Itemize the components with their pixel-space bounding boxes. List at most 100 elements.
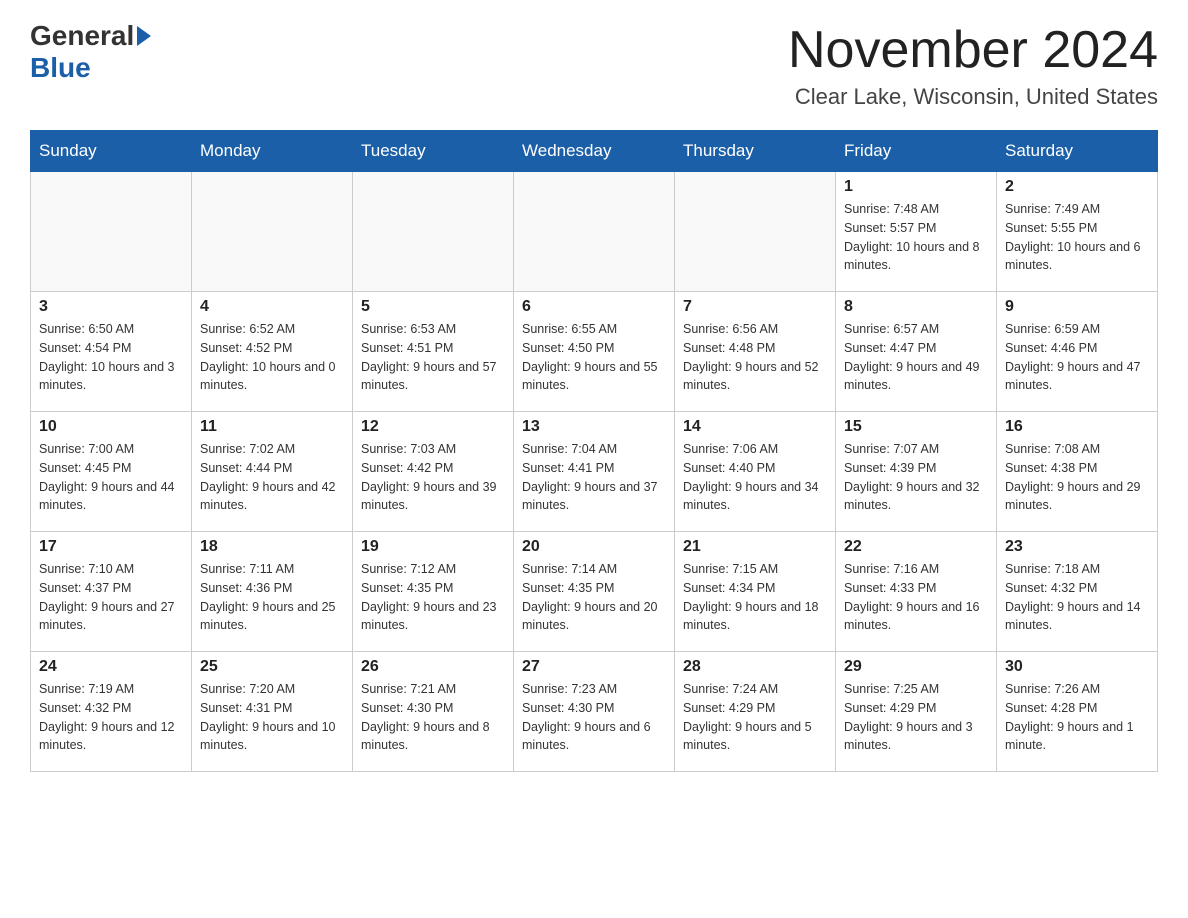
day-info: Sunrise: 7:25 AMSunset: 4:29 PMDaylight:…	[844, 680, 988, 755]
day-info: Sunrise: 6:53 AMSunset: 4:51 PMDaylight:…	[361, 320, 505, 395]
day-info: Sunrise: 6:59 AMSunset: 4:46 PMDaylight:…	[1005, 320, 1149, 395]
day-info: Sunrise: 7:10 AMSunset: 4:37 PMDaylight:…	[39, 560, 183, 635]
calendar-day-cell: 2 Sunrise: 7:49 AMSunset: 5:55 PMDaylight…	[997, 172, 1158, 292]
calendar-day-cell	[192, 172, 353, 292]
calendar-week-row: 3 Sunrise: 6:50 AMSunset: 4:54 PMDaylight…	[31, 292, 1158, 412]
day-number: 15	[844, 418, 988, 436]
day-info: Sunrise: 7:26 AMSunset: 4:28 PMDaylight:…	[1005, 680, 1149, 755]
calendar-day-cell: 7 Sunrise: 6:56 AMSunset: 4:48 PMDaylight…	[675, 292, 836, 412]
day-number: 11	[200, 418, 344, 436]
weekday-header-friday: Friday	[836, 131, 997, 172]
calendar-day-cell: 10 Sunrise: 7:00 AMSunset: 4:45 PMDayligh…	[31, 412, 192, 532]
calendar-day-cell: 29Sunrise: 7:25 AMSunset: 4:29 PMDayligh…	[836, 652, 997, 772]
day-number: 13	[522, 418, 666, 436]
calendar-week-row: 1 Sunrise: 7:48 AMSunset: 5:57 PMDaylight…	[31, 172, 1158, 292]
calendar-day-cell: 14 Sunrise: 7:06 AMSunset: 4:40 PMDayligh…	[675, 412, 836, 532]
day-number: 6	[522, 298, 666, 316]
calendar-title: November 2024	[788, 20, 1158, 80]
calendar-day-cell: 22 Sunrise: 7:16 AMSunset: 4:33 PMDayligh…	[836, 532, 997, 652]
day-info: Sunrise: 7:14 AMSunset: 4:35 PMDaylight:…	[522, 560, 666, 635]
calendar-day-cell: 21 Sunrise: 7:15 AMSunset: 4:34 PMDayligh…	[675, 532, 836, 652]
calendar-week-row: 17Sunrise: 7:10 AMSunset: 4:37 PMDayligh…	[31, 532, 1158, 652]
day-info: Sunrise: 7:48 AMSunset: 5:57 PMDaylight:…	[844, 200, 988, 275]
day-number: 10	[39, 418, 183, 436]
day-info: Sunrise: 7:12 AMSunset: 4:35 PMDaylight:…	[361, 560, 505, 635]
calendar-day-cell: 20 Sunrise: 7:14 AMSunset: 4:35 PMDayligh…	[514, 532, 675, 652]
calendar-day-cell: 27 Sunrise: 7:23 AMSunset: 4:30 PMDayligh…	[514, 652, 675, 772]
weekday-header-saturday: Saturday	[997, 131, 1158, 172]
calendar-day-cell: 13 Sunrise: 7:04 AMSunset: 4:41 PMDayligh…	[514, 412, 675, 532]
calendar-day-cell	[514, 172, 675, 292]
day-info: Sunrise: 7:21 AMSunset: 4:30 PMDaylight:…	[361, 680, 505, 755]
day-info: Sunrise: 7:07 AMSunset: 4:39 PMDaylight:…	[844, 440, 988, 515]
calendar-day-cell	[675, 172, 836, 292]
day-number: 18	[200, 538, 344, 556]
day-info: Sunrise: 7:49 AMSunset: 5:55 PMDaylight:…	[1005, 200, 1149, 275]
calendar-day-cell: 26Sunrise: 7:21 AMSunset: 4:30 PMDayligh…	[353, 652, 514, 772]
day-info: Sunrise: 7:24 AMSunset: 4:29 PMDaylight:…	[683, 680, 827, 755]
calendar-day-cell: 30 Sunrise: 7:26 AMSunset: 4:28 PMDayligh…	[997, 652, 1158, 772]
day-info: Sunrise: 7:20 AMSunset: 4:31 PMDaylight:…	[200, 680, 344, 755]
day-number: 2	[1005, 178, 1149, 196]
day-number: 28	[683, 658, 827, 676]
day-info: Sunrise: 7:03 AMSunset: 4:42 PMDaylight:…	[361, 440, 505, 515]
day-info: Sunrise: 7:08 AMSunset: 4:38 PMDaylight:…	[1005, 440, 1149, 515]
day-info: Sunrise: 7:18 AMSunset: 4:32 PMDaylight:…	[1005, 560, 1149, 635]
calendar-day-cell: 6 Sunrise: 6:55 AMSunset: 4:50 PMDaylight…	[514, 292, 675, 412]
day-info: Sunrise: 7:16 AMSunset: 4:33 PMDaylight:…	[844, 560, 988, 635]
day-number: 16	[1005, 418, 1149, 436]
day-info: Sunrise: 7:04 AMSunset: 4:41 PMDaylight:…	[522, 440, 666, 515]
day-info: Sunrise: 6:57 AMSunset: 4:47 PMDaylight:…	[844, 320, 988, 395]
calendar-day-cell: 11 Sunrise: 7:02 AMSunset: 4:44 PMDayligh…	[192, 412, 353, 532]
calendar-day-cell: 23 Sunrise: 7:18 AMSunset: 4:32 PMDayligh…	[997, 532, 1158, 652]
day-number: 12	[361, 418, 505, 436]
weekday-header-monday: Monday	[192, 131, 353, 172]
logo: General Blue	[30, 20, 154, 84]
weekday-header-tuesday: Tuesday	[353, 131, 514, 172]
calendar-day-cell: 8 Sunrise: 6:57 AMSunset: 4:47 PMDaylight…	[836, 292, 997, 412]
day-number: 14	[683, 418, 827, 436]
day-number: 4	[200, 298, 344, 316]
day-info: Sunrise: 7:19 AMSunset: 4:32 PMDaylight:…	[39, 680, 183, 755]
day-number: 23	[1005, 538, 1149, 556]
day-info: Sunrise: 6:56 AMSunset: 4:48 PMDaylight:…	[683, 320, 827, 395]
day-number: 22	[844, 538, 988, 556]
day-number: 3	[39, 298, 183, 316]
calendar-day-cell: 3 Sunrise: 6:50 AMSunset: 4:54 PMDaylight…	[31, 292, 192, 412]
day-number: 7	[683, 298, 827, 316]
calendar-day-cell: 19 Sunrise: 7:12 AMSunset: 4:35 PMDayligh…	[353, 532, 514, 652]
day-number: 27	[522, 658, 666, 676]
logo-blue-text: Blue	[30, 52, 91, 83]
day-number: 25	[200, 658, 344, 676]
day-info: Sunrise: 6:50 AMSunset: 4:54 PMDaylight:…	[39, 320, 183, 395]
day-number: 20	[522, 538, 666, 556]
day-number: 21	[683, 538, 827, 556]
day-info: Sunrise: 7:00 AMSunset: 4:45 PMDaylight:…	[39, 440, 183, 515]
weekday-header-wednesday: Wednesday	[514, 131, 675, 172]
day-number: 1	[844, 178, 988, 196]
calendar-day-cell: 5 Sunrise: 6:53 AMSunset: 4:51 PMDaylight…	[353, 292, 514, 412]
day-info: Sunrise: 7:15 AMSunset: 4:34 PMDaylight:…	[683, 560, 827, 635]
calendar-day-cell: 12 Sunrise: 7:03 AMSunset: 4:42 PMDayligh…	[353, 412, 514, 532]
day-info: Sunrise: 7:02 AMSunset: 4:44 PMDaylight:…	[200, 440, 344, 515]
weekday-header-row: SundayMondayTuesdayWednesdayThursdayFrid…	[31, 131, 1158, 172]
calendar-day-cell: 17Sunrise: 7:10 AMSunset: 4:37 PMDayligh…	[31, 532, 192, 652]
logo-general-text: General	[30, 20, 134, 52]
calendar-day-cell: 4Sunrise: 6:52 AMSunset: 4:52 PMDaylight…	[192, 292, 353, 412]
weekday-header-sunday: Sunday	[31, 131, 192, 172]
day-info: Sunrise: 7:06 AMSunset: 4:40 PMDaylight:…	[683, 440, 827, 515]
calendar-table: SundayMondayTuesdayWednesdayThursdayFrid…	[30, 130, 1158, 772]
calendar-day-cell: 9 Sunrise: 6:59 AMSunset: 4:46 PMDaylight…	[997, 292, 1158, 412]
day-number: 19	[361, 538, 505, 556]
day-info: Sunrise: 6:55 AMSunset: 4:50 PMDaylight:…	[522, 320, 666, 395]
calendar-day-cell: 18Sunrise: 7:11 AMSunset: 4:36 PMDayligh…	[192, 532, 353, 652]
day-number: 8	[844, 298, 988, 316]
logo-triangle-icon	[137, 26, 151, 46]
day-number: 9	[1005, 298, 1149, 316]
day-number: 30	[1005, 658, 1149, 676]
calendar-day-cell	[353, 172, 514, 292]
day-number: 5	[361, 298, 505, 316]
calendar-day-cell: 16 Sunrise: 7:08 AMSunset: 4:38 PMDayligh…	[997, 412, 1158, 532]
calendar-day-cell	[31, 172, 192, 292]
day-info: Sunrise: 7:23 AMSunset: 4:30 PMDaylight:…	[522, 680, 666, 755]
